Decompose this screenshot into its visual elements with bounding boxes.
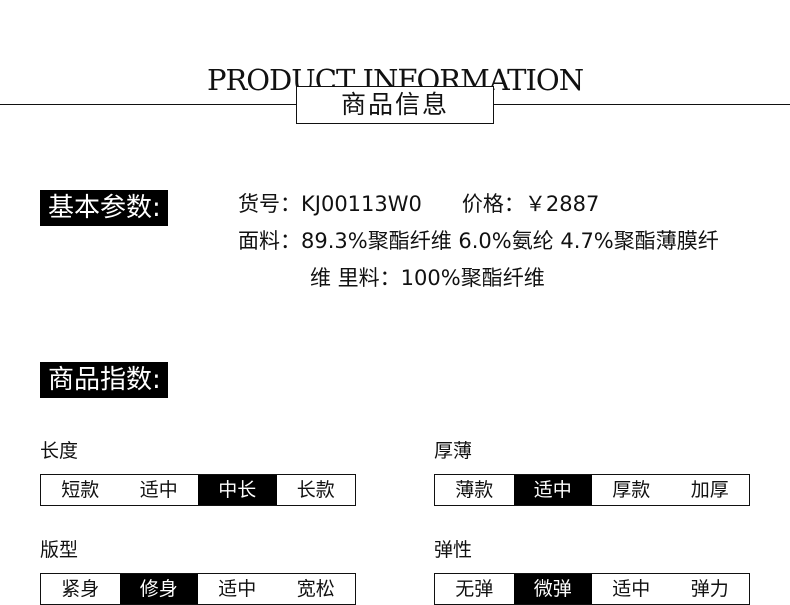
length-option: 短款 [61, 479, 100, 501]
elasticity-option: 无弹 [455, 578, 494, 600]
elasticity-title: 弹性 [434, 539, 473, 561]
basic-params-label: 基本参数: [40, 190, 168, 226]
thickness-title: 厚薄 [434, 440, 473, 462]
fit-title: 版型 [40, 539, 79, 561]
length-option: 长款 [296, 479, 335, 501]
fit-scale: 紧身 修身 适中 宽松 [40, 573, 356, 605]
length-scale: 短款 适中 中长 长款 [40, 474, 356, 506]
thickness-scale: 薄款 适中 厚款 加厚 [434, 474, 750, 506]
fit-option: 适中 [218, 578, 257, 600]
thickness-option: 薄款 [455, 479, 494, 501]
thickness-option: 厚款 [612, 479, 651, 501]
length-option: 中长 [198, 475, 277, 505]
header-title-cn: 商品信息 [296, 86, 494, 124]
fit-option: 修身 [119, 574, 198, 604]
elasticity-scale: 无弹 微弹 适中 弹力 [434, 573, 750, 605]
thickness-option: 适中 [513, 475, 592, 505]
elasticity-option: 弹力 [690, 578, 729, 600]
header-rule-right [494, 104, 790, 105]
elasticity-option: 适中 [612, 578, 651, 600]
price-value: ￥2887 [524, 192, 600, 216]
fit-option: 紧身 [61, 578, 100, 600]
length-title: 长度 [40, 440, 79, 462]
basic-specs: 货号：KJ00113W0 价格：￥2887 面料：89.3%聚酯纤维 6.0%氨纶… [238, 186, 719, 297]
header-rule-left [0, 104, 296, 105]
elasticity-option: 微弹 [513, 574, 592, 604]
fit-option: 宽松 [296, 578, 335, 600]
price-label: 价格： [461, 192, 525, 216]
fabric-line-2: 维 里料：100%聚酯纤维 [310, 266, 545, 290]
item-no-value: KJ00113W0 [301, 192, 422, 216]
product-index-label: 商品指数: [40, 362, 168, 398]
item-price-row: 货号：KJ00113W0 价格：￥2887 [238, 186, 719, 223]
fabric-line-1: 面料：89.3%聚酯纤维 6.0%氨纶 4.7%聚酯薄膜纤 [238, 229, 719, 253]
item-no-label: 货号： [238, 192, 301, 216]
length-option: 适中 [139, 479, 178, 501]
thickness-option: 加厚 [690, 479, 729, 501]
